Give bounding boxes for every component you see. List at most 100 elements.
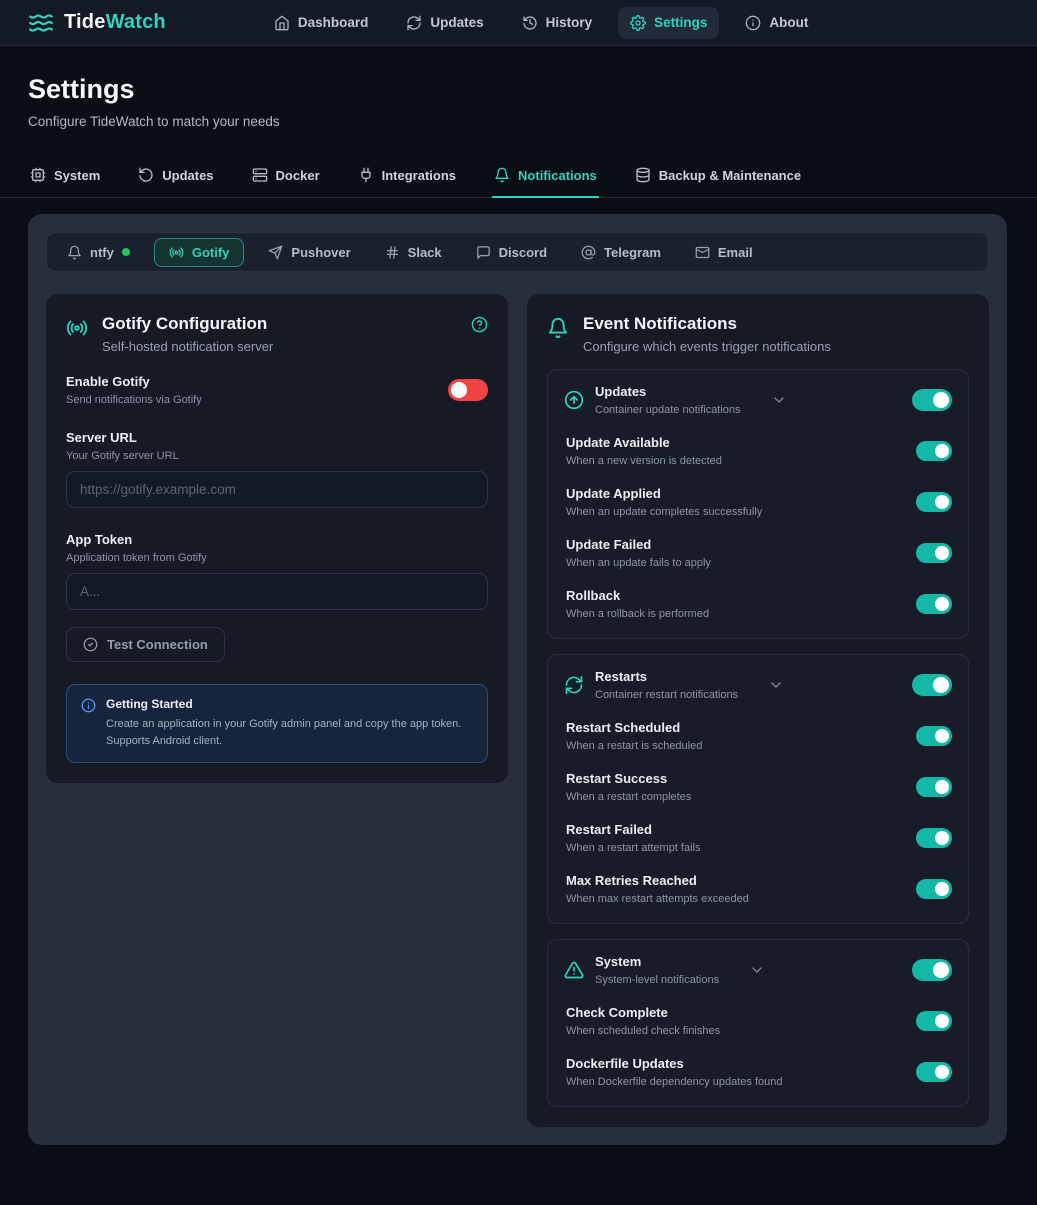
provider-tab-ntfy[interactable]: ntfy <box>57 239 140 266</box>
gotify-configuration-card: Gotify Configuration Self-hosted notific… <box>46 294 508 783</box>
event-description: When max restart attempts exceeded <box>566 893 749 905</box>
group-updates-toggle[interactable] <box>912 389 952 411</box>
brand-name: TideWatch <box>64 11 166 34</box>
restart-success-toggle[interactable] <box>916 777 952 797</box>
provider-label: Gotify <box>192 245 230 260</box>
card-subtitle: Self-hosted notification server <box>102 339 273 354</box>
toggle-knob <box>935 882 949 896</box>
event-group-system: System System-level notifications Check … <box>547 939 969 1107</box>
page-header: Settings Configure TideWatch to match yo… <box>0 46 1037 129</box>
tab-notifications[interactable]: Notifications <box>492 157 599 198</box>
event-description: When a restart is scheduled <box>566 740 702 752</box>
brand-logo[interactable]: TideWatch <box>28 10 166 36</box>
update-available-toggle[interactable] <box>916 441 952 461</box>
event-row-update-failed: Update Failed When an update fails to ap… <box>564 537 952 569</box>
app-token-input[interactable] <box>66 573 488 610</box>
event-description: When an update completes successfully <box>566 506 762 518</box>
info-text: Create an application in your Gotify adm… <box>106 716 473 750</box>
provider-label: Pushover <box>291 245 350 260</box>
event-row-restart-failed: Restart Failed When a restart attempt fa… <box>564 822 952 854</box>
notifications-panel: ntfy Gotify Pushover Slack Discord Teleg… <box>28 214 1007 1145</box>
card-title: Gotify Configuration <box>102 314 273 334</box>
chevron-down-icon[interactable] <box>768 677 784 693</box>
tab-backup-maintenance[interactable]: Backup & Maintenance <box>633 157 803 198</box>
tab-label: Integrations <box>382 168 456 183</box>
provider-tab-pushover[interactable]: Pushover <box>258 239 360 266</box>
tab-label: System <box>54 168 100 183</box>
nav-item-label: History <box>546 15 593 30</box>
nav-item-settings[interactable]: Settings <box>618 7 719 39</box>
tab-label: Updates <box>162 168 213 183</box>
nav-item-label: Updates <box>430 15 483 30</box>
provider-tab-slack[interactable]: Slack <box>375 239 452 266</box>
database-icon <box>635 167 651 183</box>
toggle-knob <box>935 1065 949 1079</box>
settings-tabs: System Updates Docker Integrations Notif… <box>0 157 1037 198</box>
tab-docker[interactable]: Docker <box>250 157 322 198</box>
provider-label: Email <box>718 245 753 260</box>
test-connection-button[interactable]: Test Connection <box>66 627 225 662</box>
nav-item-label: About <box>769 15 808 30</box>
card-subtitle: Configure which events trigger notificat… <box>583 339 831 354</box>
app-token-label: App Token <box>66 532 488 547</box>
toggle-knob <box>451 382 467 398</box>
tab-updates[interactable]: Updates <box>136 157 215 198</box>
nav-item-label: Settings <box>654 15 707 30</box>
group-description: Container update notifications <box>595 404 741 416</box>
restart-scheduled-toggle[interactable] <box>916 726 952 746</box>
event-description: When a rollback is performed <box>566 608 709 620</box>
event-label: Rollback <box>566 588 709 603</box>
top-navigation: TideWatch Dashboard Updates History Sett… <box>0 0 1037 46</box>
broadcast-icon <box>169 245 184 260</box>
arrow-up-circle-icon <box>564 390 584 410</box>
event-description: When an update fails to apply <box>566 557 711 569</box>
cpu-icon <box>30 167 46 183</box>
tab-system[interactable]: System <box>28 157 102 198</box>
provider-tab-discord[interactable]: Discord <box>466 239 557 266</box>
provider-tab-telegram[interactable]: Telegram <box>571 239 671 266</box>
help-circle-icon[interactable] <box>471 316 488 333</box>
event-label: Max Retries Reached <box>566 873 749 888</box>
bell-icon <box>494 167 510 183</box>
event-label: Check Complete <box>566 1005 720 1020</box>
nav-item-about[interactable]: About <box>733 7 820 39</box>
restart-failed-toggle[interactable] <box>916 828 952 848</box>
server-url-input[interactable] <box>66 471 488 508</box>
update-applied-toggle[interactable] <box>916 492 952 512</box>
nav-item-updates[interactable]: Updates <box>394 7 495 39</box>
event-label: Update Available <box>566 435 722 450</box>
event-row-dockerfile-updates: Dockerfile Updates When Dockerfile depen… <box>564 1056 952 1088</box>
tab-integrations[interactable]: Integrations <box>356 157 458 198</box>
alert-triangle-icon <box>564 960 584 980</box>
provider-tab-email[interactable]: Email <box>685 239 763 266</box>
refresh-icon <box>564 675 584 695</box>
check-complete-toggle[interactable] <box>916 1011 952 1031</box>
rollback-toggle[interactable] <box>916 594 952 614</box>
provider-tab-gotify[interactable]: Gotify <box>154 238 245 267</box>
refresh-icon <box>406 15 422 31</box>
chevron-down-icon[interactable] <box>749 962 765 978</box>
card-title: Event Notifications <box>583 314 831 334</box>
dockerfile-updates-toggle[interactable] <box>916 1062 952 1082</box>
nav-item-history[interactable]: History <box>510 7 605 39</box>
group-restarts-toggle[interactable] <box>912 674 952 696</box>
toggle-knob <box>935 597 949 611</box>
nav-item-dashboard[interactable]: Dashboard <box>262 7 381 39</box>
event-row-rollback: Rollback When a rollback is performed <box>564 588 952 620</box>
max-retries-toggle[interactable] <box>916 879 952 899</box>
chevron-down-icon[interactable] <box>771 392 787 408</box>
app-token-field: App Token Application token from Gotify <box>66 532 488 610</box>
nav-links: Dashboard Updates History Settings About <box>262 7 821 39</box>
group-label: System <box>595 954 719 969</box>
status-dot <box>122 248 130 256</box>
update-failed-toggle[interactable] <box>916 543 952 563</box>
group-system-toggle[interactable] <box>912 959 952 981</box>
broadcast-icon <box>66 317 88 339</box>
event-description: When a restart attempt fails <box>566 842 701 854</box>
message-square-icon <box>476 245 491 260</box>
event-label: Update Applied <box>566 486 762 501</box>
enable-gotify-toggle[interactable] <box>448 379 488 401</box>
event-description: When scheduled check finishes <box>566 1025 720 1037</box>
provider-label: Discord <box>499 245 547 260</box>
toggle-knob <box>935 780 949 794</box>
